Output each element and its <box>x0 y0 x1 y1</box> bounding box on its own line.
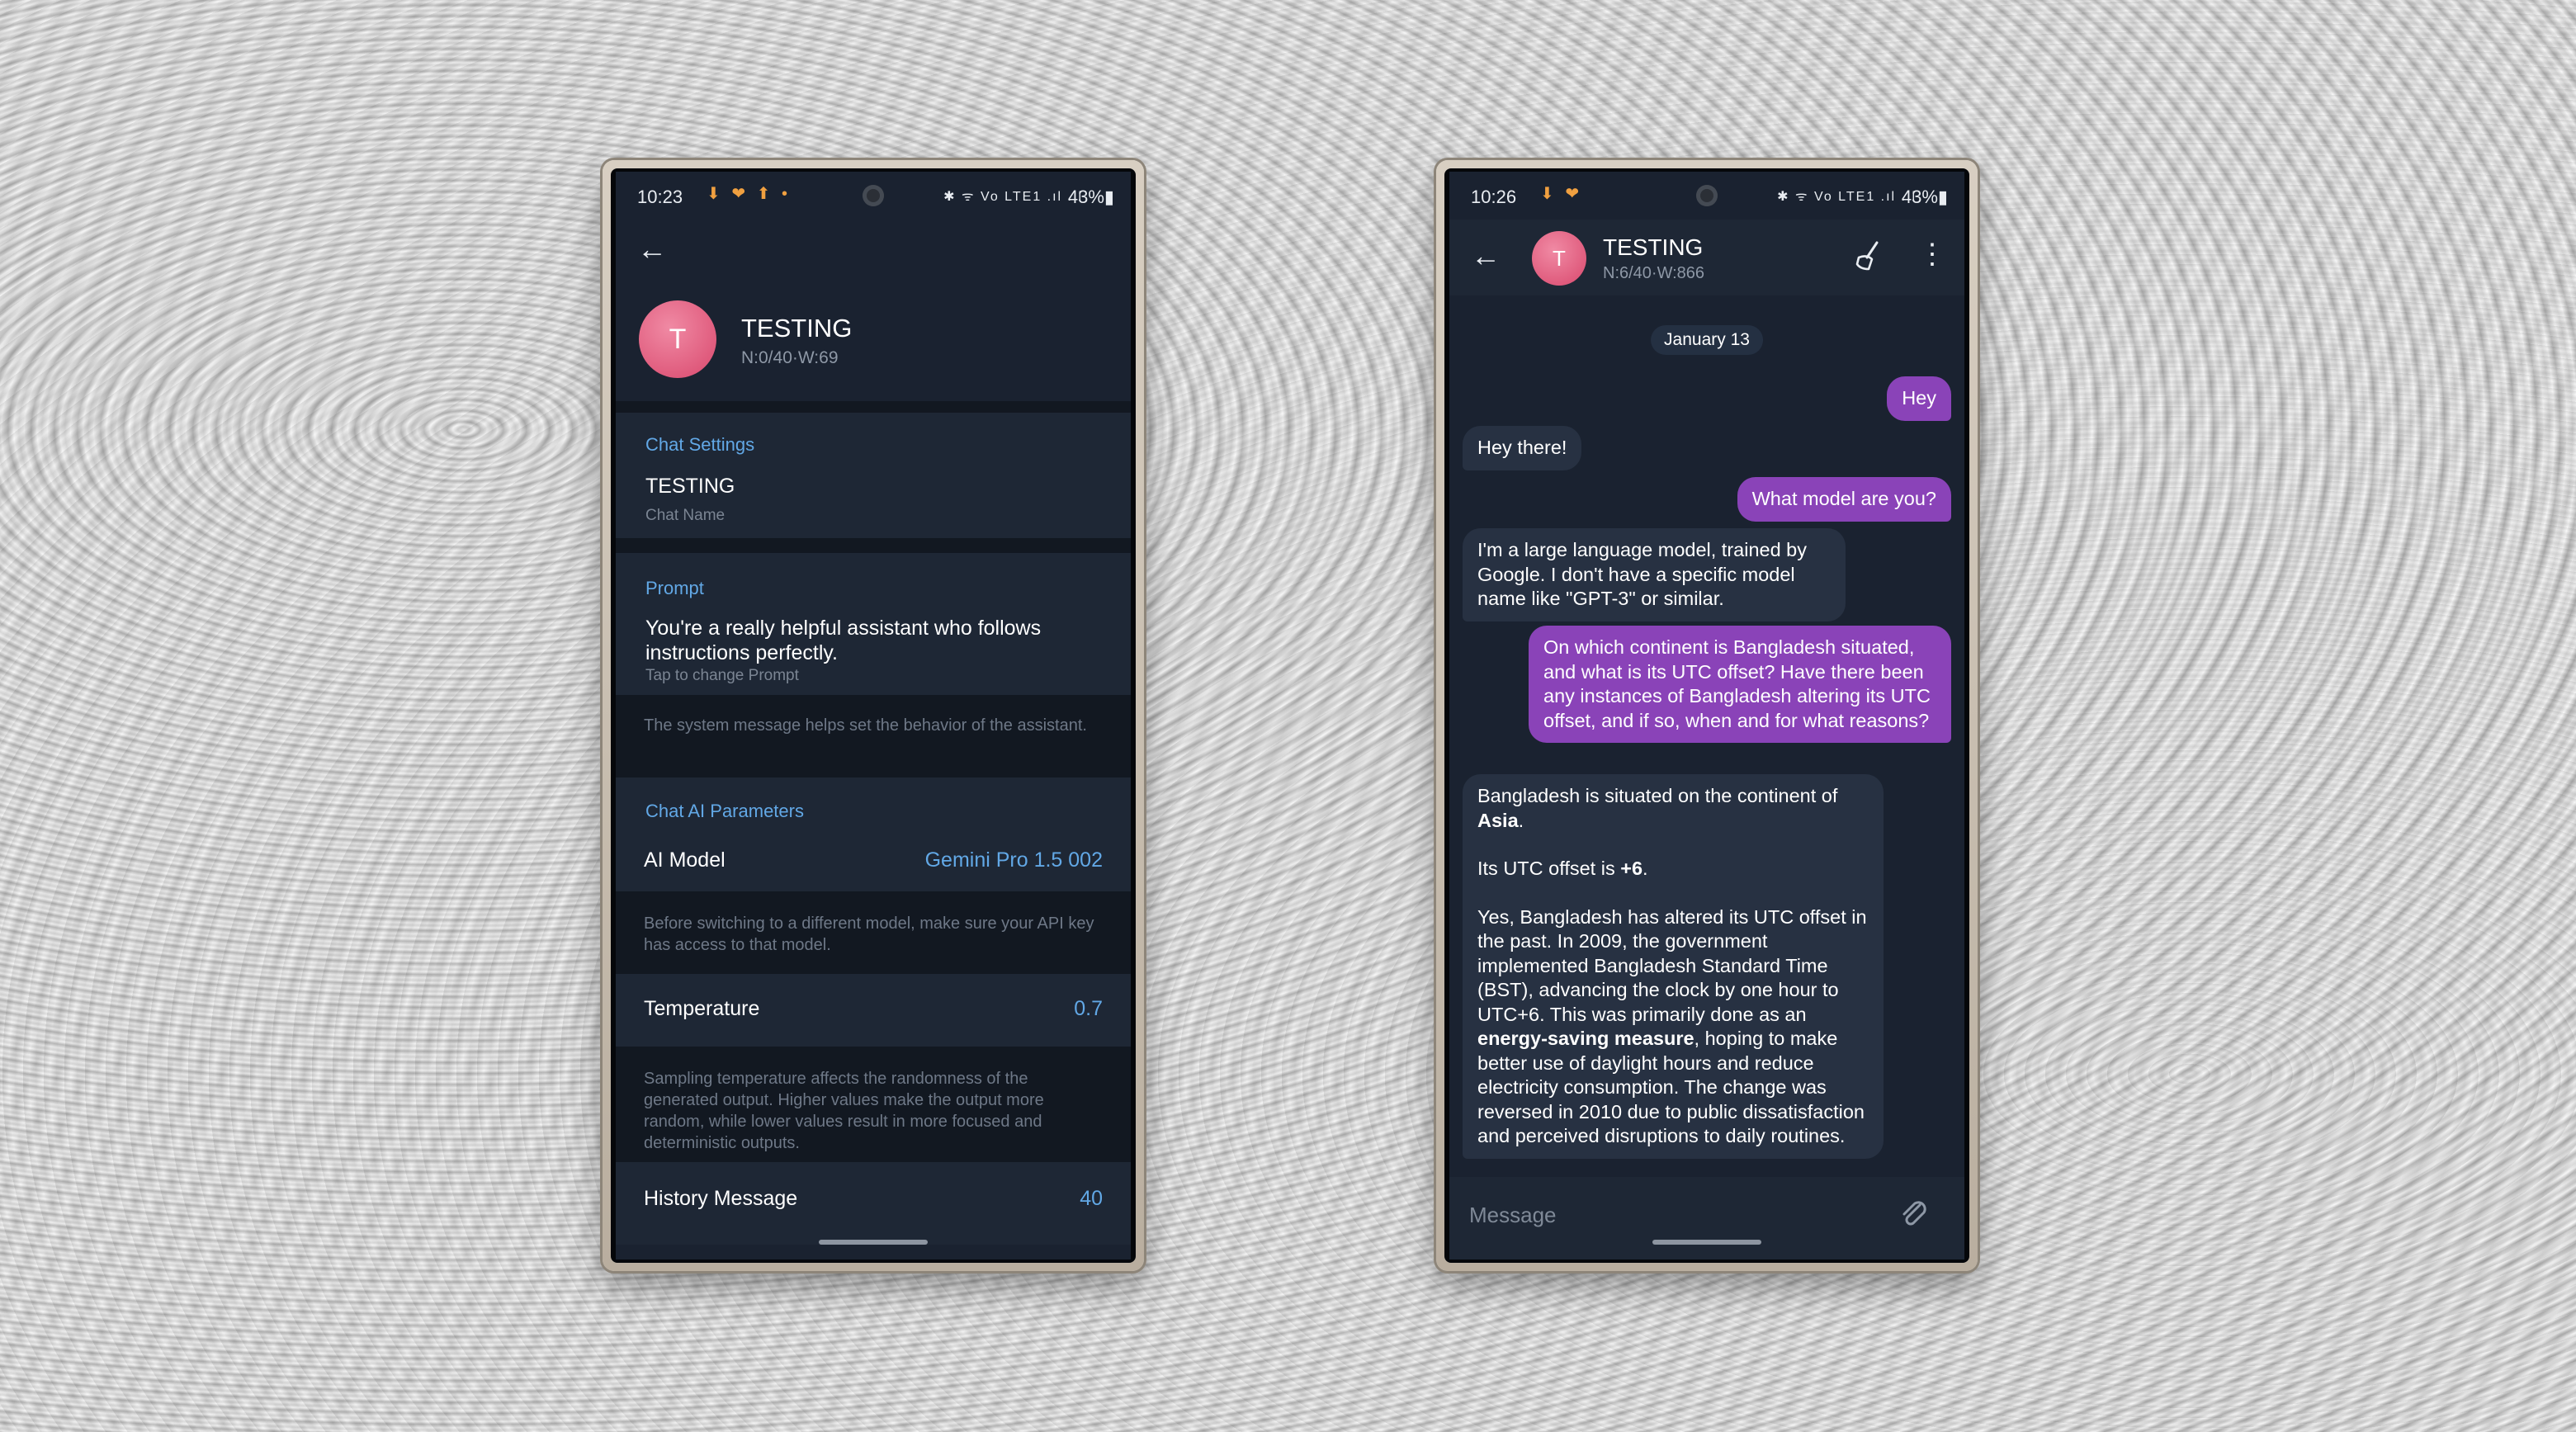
prompt-text: You're a really helpful assistant who fo… <box>645 617 1042 664</box>
ai-model-value: Gemini Pro 1.5 002 <box>924 848 1103 872</box>
phone-left: 10:23 ⬇ ❤ ⬆ • ✱ ᯤ Vo LTE1 .ıl .ıl 43%▮ ←… <box>603 160 1144 1271</box>
prompt-header: Prompt <box>645 578 704 598</box>
chat-header: ← T TESTING N:6/40·W:866 ⋮ <box>1449 220 1964 295</box>
incoming-message[interactable]: Hey there! <box>1463 426 1582 470</box>
chat-title: TESTING <box>741 314 853 343</box>
chat-stats: N:6/40·W:866 <box>1603 264 1705 282</box>
incoming-message[interactable]: I'm a large language model, trained by G… <box>1463 528 1846 621</box>
top-app-bar: ← <box>616 220 1131 277</box>
prompt-description: The system message helps set the behavio… <box>616 695 1131 777</box>
message-input[interactable] <box>1468 1195 1826 1235</box>
history-message-label: History Message <box>644 1187 798 1210</box>
outgoing-message[interactable]: On which continent is Bangladesh situate… <box>1529 626 1951 743</box>
status-time: 10:23 <box>637 187 683 207</box>
ai-model-setting[interactable]: Chat AI Parameters AI Model Gemini Pro 1… <box>616 777 1131 891</box>
home-indicator[interactable] <box>1652 1240 1761 1245</box>
paperclip-icon[interactable] <box>1895 1195 1931 1231</box>
ai-model-hint: Before switching to a different model, m… <box>616 891 1131 974</box>
broom-icon[interactable] <box>1852 239 1885 272</box>
temperature-value: 0.7 <box>1074 997 1103 1020</box>
outgoing-message[interactable]: What model are you? <box>1737 477 1951 522</box>
divider <box>616 401 1131 413</box>
message-composer <box>1449 1177 1964 1259</box>
background-texture-overlay <box>0 0 2576 1432</box>
chat-stats: N:0/40·W:69 <box>741 348 839 367</box>
message-paragraph: Its UTC offset is +6. <box>1477 858 1648 879</box>
back-arrow-icon[interactable]: ← <box>637 233 670 266</box>
back-arrow-icon[interactable]: ← <box>1471 239 1504 272</box>
avatar: T <box>639 300 716 378</box>
signal-icons: ✱ ᯤ Vo LTE1 .ıl .ıl <box>1777 190 1917 204</box>
chat-settings-header: Chat Settings <box>645 434 755 455</box>
prompt-hint: Tap to change Prompt <box>645 667 799 684</box>
ai-model-label: AI Model <box>644 848 726 872</box>
profile-header: T TESTING N:0/40·W:69 <box>616 277 1131 401</box>
divider <box>616 538 1131 553</box>
outgoing-message[interactable]: Hey <box>1887 376 1951 421</box>
message-paragraph: Yes, Bangladesh has altered its UTC offs… <box>1477 905 1867 1147</box>
temperature-hint: Sampling temperature affects the randomn… <box>616 1047 1131 1162</box>
chat-name-label: Chat Name <box>645 507 726 524</box>
temperature-setting[interactable]: Temperature 0.7 <box>616 974 1131 1047</box>
status-time: 10:26 <box>1471 187 1517 207</box>
more-vertical-icon[interactable]: ⋮ <box>1918 238 1946 274</box>
battery-level: 43%▮ <box>1901 187 1948 207</box>
date-separator: January 13 <box>1651 325 1763 355</box>
status-bar: 10:23 ⬇ ❤ ⬆ • ✱ ᯤ Vo LTE1 .ıl .ıl 43%▮ <box>616 172 1131 220</box>
notification-icons: ⬇ ❤ ⬆ • <box>707 185 791 203</box>
battery-level: 43%▮ <box>1067 187 1114 207</box>
history-message-value: 40 <box>1080 1187 1103 1210</box>
signal-icons: ✱ ᯤ Vo LTE1 .ıl .ıl <box>943 190 1083 204</box>
temperature-label: Temperature <box>644 997 760 1020</box>
ai-params-header: Chat AI Parameters <box>645 801 804 821</box>
chat-name-value: TESTING <box>645 475 735 498</box>
status-bar: 10:26 ⬇ ❤ ✱ ᯤ Vo LTE1 .ıl .ıl 43%▮ <box>1449 172 1964 220</box>
chat-settings-screen: 10:23 ⬇ ❤ ⬆ • ✱ ᯤ Vo LTE1 .ıl .ıl 43%▮ ←… <box>616 172 1131 1259</box>
chat-screen: 10:26 ⬇ ❤ ✱ ᯤ Vo LTE1 .ıl .ıl 43%▮ ← T T… <box>1449 172 1964 1259</box>
phone-right: 10:26 ⬇ ❤ ✱ ᯤ Vo LTE1 .ıl .ıl 43%▮ ← T T… <box>1436 160 1978 1271</box>
chat-name-setting[interactable]: Chat Settings TESTING Chat Name <box>616 413 1131 538</box>
home-indicator[interactable] <box>819 1240 928 1245</box>
message-list[interactable]: January 13 Hey Hey there! What model are… <box>1449 295 1964 1177</box>
camera-cutout-icon <box>1696 185 1718 206</box>
notification-icons: ⬇ ❤ <box>1540 185 1583 203</box>
prompt-setting[interactable]: Prompt You're a really helpful assistant… <box>616 553 1131 695</box>
message-paragraph: Bangladesh is situated on the continent … <box>1477 785 1838 831</box>
chat-title[interactable]: TESTING <box>1603 234 1703 261</box>
history-message-setting[interactable]: History Message 40 <box>616 1162 1131 1245</box>
incoming-message[interactable]: Bangladesh is situated on the continent … <box>1463 774 1884 1159</box>
camera-cutout-icon <box>863 185 884 206</box>
avatar[interactable]: T <box>1532 231 1586 286</box>
